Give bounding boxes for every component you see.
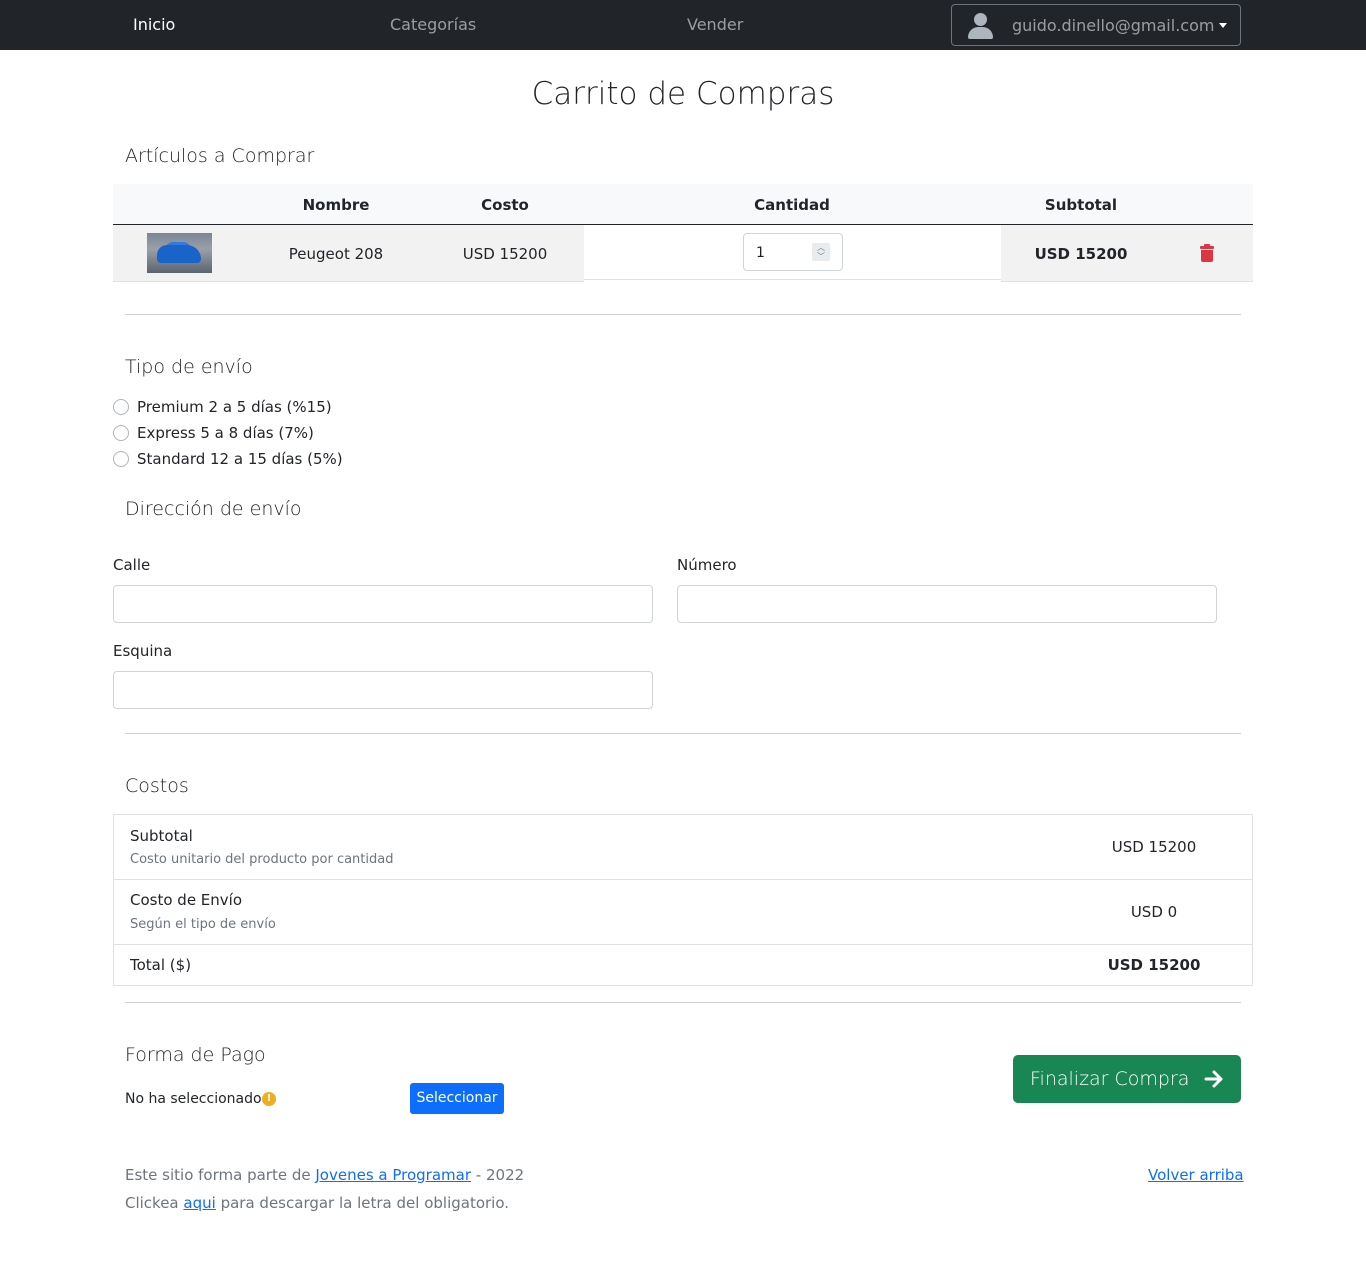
shipping-option-label: Express 5 a 8 días (7%) [137, 424, 314, 442]
product-image [147, 233, 212, 273]
corner-input[interactable] [113, 671, 653, 709]
user-dropdown[interactable]: guido.dinello@gmail.com [951, 4, 1241, 46]
finalize-purchase-button[interactable]: Finalizar Compra [1013, 1055, 1241, 1103]
footer-text: para descargar la letra del obligatorio. [220, 1194, 510, 1212]
divider [125, 314, 1241, 315]
corner-label: Esquina [113, 642, 173, 660]
chevron-down-icon [1219, 23, 1227, 28]
quantity-stepper-icon[interactable]: ︿ ﹀ [812, 243, 830, 261]
nav-link-vender[interactable]: Vender [687, 15, 743, 35]
cart-section-title: Artículos a Comprar [125, 145, 315, 167]
warning-icon: ! [262, 1092, 276, 1106]
cost-total-label: Total ($) [130, 956, 192, 974]
address-section-title: Dirección de envío [125, 498, 302, 520]
radio-premium[interactable] [113, 399, 129, 415]
arrow-right-icon [1204, 1070, 1223, 1088]
radio-express[interactable] [113, 425, 129, 441]
shipping-section-title: Tipo de envío [125, 356, 253, 378]
header-cantidad: Cantidad [754, 196, 830, 214]
nav-link-inicio[interactable]: Inicio [133, 15, 175, 35]
table-row: Peugeot 208 USD 15200 1 ︿ ﹀ USD 15200 [113, 225, 1253, 282]
cart-table: Nombre Costo Cantidad Subtotal Peugeot 2… [113, 184, 1253, 282]
cost-shipping-label: Costo de Envío [130, 891, 243, 909]
user-avatar-icon [968, 13, 993, 39]
payment-section-title: Forma de Pago [125, 1044, 266, 1066]
costs-list: Subtotal Costo unitario del producto por… [113, 814, 1253, 986]
costs-section-title: Costos [125, 775, 189, 797]
product-subtotal: USD 15200 [1034, 245, 1128, 263]
payment-status: No ha seleccionado [125, 1091, 262, 1107]
cost-subtotal-value: USD 15200 [1111, 838, 1197, 856]
jovenes-a-programar-link[interactable]: Jovenes a Programar [315, 1166, 471, 1184]
quantity-input[interactable]: 1 ︿ ﹀ [743, 233, 843, 271]
number-label: Número [677, 556, 737, 574]
divider [125, 733, 1241, 734]
header-costo: Costo [481, 196, 529, 214]
product-cost: USD 15200 [462, 245, 548, 263]
finalize-purchase-label: Finalizar Compra [1030, 1068, 1190, 1090]
radio-standard[interactable] [113, 451, 129, 467]
cost-row-subtotal: Subtotal Costo unitario del producto por… [114, 815, 1252, 880]
cost-subtotal-label: Subtotal [130, 827, 193, 845]
quantity-value: 1 [756, 245, 765, 261]
nav-link-categorias[interactable]: Categorías [390, 15, 476, 35]
divider [125, 1002, 1241, 1003]
cost-subtotal-desc: Costo unitario del producto por cantidad [130, 852, 394, 867]
footer-year: - 2022 [475, 1166, 525, 1184]
header-subtotal: Subtotal [1044, 196, 1118, 214]
back-to-top-link[interactable]: Volver arriba [1148, 1165, 1244, 1185]
shipping-option-label: Premium 2 a 5 días (%15) [137, 398, 332, 416]
select-payment-button[interactable]: Seleccionar [410, 1083, 504, 1114]
download-link[interactable]: aqui [183, 1194, 215, 1212]
top-navbar: Inicio Categorías Vender guido.dinello@g… [0, 0, 1366, 50]
trash-icon[interactable] [1200, 244, 1214, 262]
cost-total-value: USD 15200 [1107, 956, 1201, 974]
user-email: guido.dinello@gmail.com [1012, 16, 1215, 35]
cost-shipping-value: USD 0 [1130, 903, 1178, 921]
number-input[interactable] [677, 585, 1217, 623]
cart-table-header: Nombre Costo Cantidad Subtotal [113, 184, 1253, 225]
footer-line-2: Clickea aqui para descargar la letra del… [125, 1193, 509, 1213]
cost-row-total: Total ($) USD 15200 [114, 945, 1252, 985]
shipping-option-label: Standard 12 a 15 días (5%) [137, 450, 343, 468]
street-input[interactable] [113, 585, 653, 623]
cost-shipping-desc: Según el tipo de envío [130, 917, 276, 932]
page-title: Carrito de Compras [531, 76, 835, 112]
footer-text: Clickea [125, 1194, 179, 1212]
footer-line-1: Este sitio forma parte de Jovenes a Prog… [125, 1165, 524, 1185]
cost-row-shipping: Costo de Envío Según el tipo de envío US… [114, 880, 1252, 945]
street-label: Calle [113, 556, 151, 574]
footer-text: Este sitio forma parte de [125, 1166, 311, 1184]
header-nombre: Nombre [302, 196, 370, 214]
product-name: Peugeot 208 [288, 245, 384, 263]
